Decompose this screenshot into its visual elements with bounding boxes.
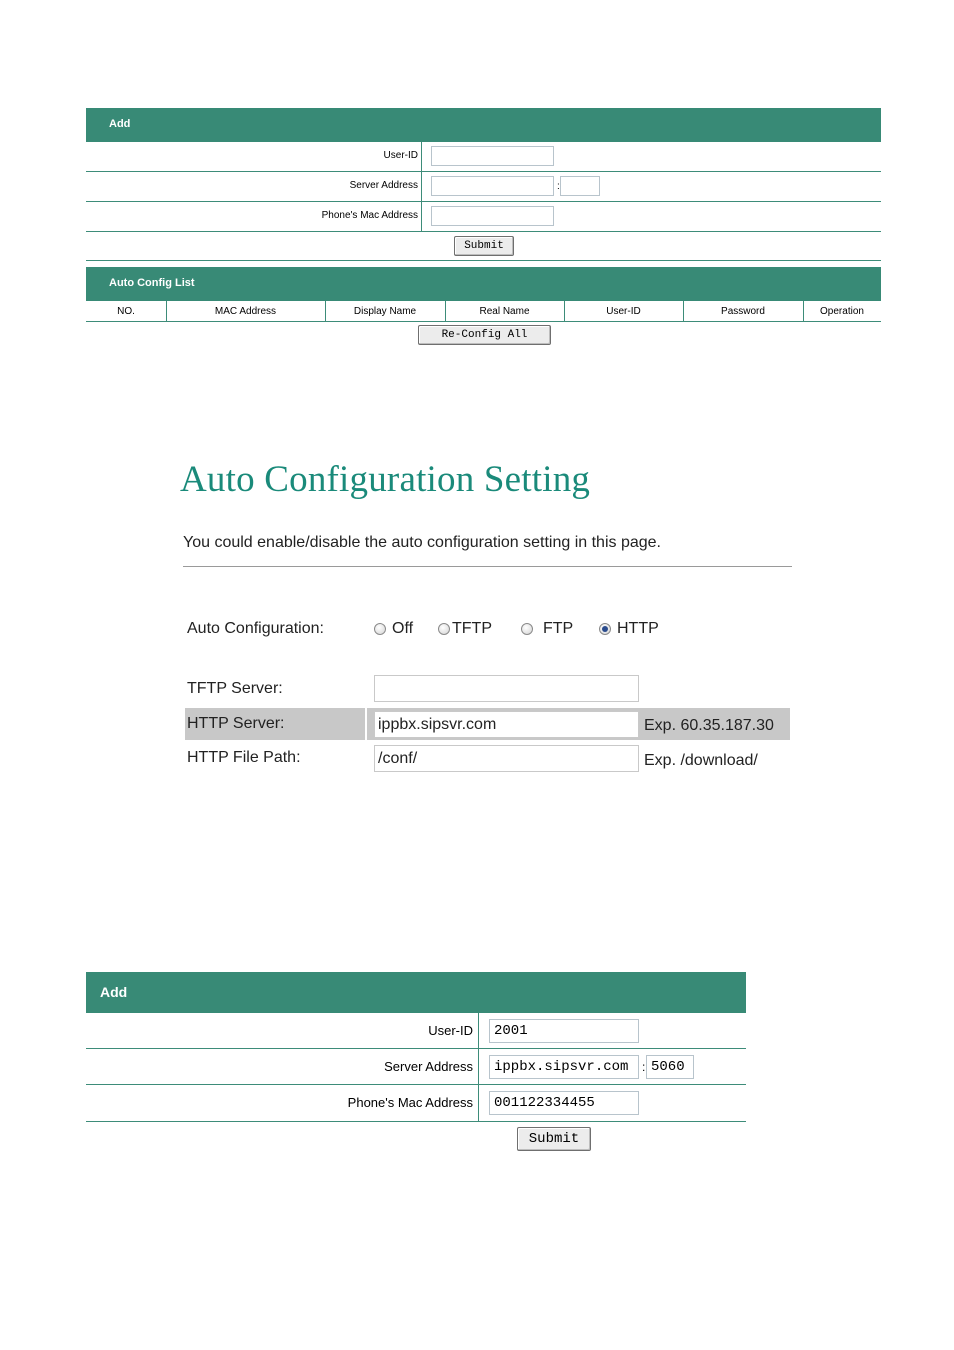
bottom-add-form: Add User-ID 2001 Server Address ippbx.si… <box>86 972 746 1157</box>
auto-config-list-title: Auto Config List <box>109 277 195 289</box>
top-row-user-id: User-ID <box>86 142 881 172</box>
col-display-name: Display Name <box>353 305 417 317</box>
top-row-server-address: Server Address : <box>86 172 881 202</box>
bottom-user-id-label: User-ID <box>428 1023 473 1038</box>
tftp-server-input[interactable] <box>374 675 639 702</box>
reconfig-all-button[interactable]: Re-Config All <box>418 325 551 345</box>
bottom-port-colon: : <box>642 1060 646 1074</box>
bottom-mac-label: Phone's Mac Address <box>347 1095 473 1110</box>
col-mac-address: MAC Address <box>214 305 277 317</box>
radio-http-button[interactable] <box>599 623 611 635</box>
top-row-submit: Submit <box>86 232 881 261</box>
bottom-add-header: Add <box>86 972 746 1013</box>
bottom-row-server-address: Server Address ippbx.sipsvr.com : 5060 <box>86 1049 746 1085</box>
top-row-divider <box>421 172 422 201</box>
bottom-row-divider <box>478 1049 479 1084</box>
top-mac-input[interactable] <box>431 206 554 226</box>
bottom-server-address-label: Server Address <box>384 1059 473 1074</box>
tftp-server-label: TFTP Server: <box>187 680 283 697</box>
http-server-label: HTTP Server: <box>187 715 285 732</box>
top-server-address-label: Server Address <box>349 180 418 191</box>
auto-config-title: Auto Configuration Setting <box>180 459 591 500</box>
radio-http[interactable]: HTTP <box>599 620 659 638</box>
radio-ftp-button[interactable] <box>521 623 533 635</box>
radio-off-label: Off <box>392 620 414 637</box>
bottom-port-input[interactable]: 5060 <box>646 1055 694 1079</box>
col-user-id: User-ID <box>606 305 641 317</box>
bottom-row-divider <box>478 1085 479 1121</box>
top-row-divider <box>421 142 422 171</box>
http-file-path-label: HTTP File Path: <box>187 749 301 766</box>
top-user-id-input[interactable] <box>431 146 554 166</box>
http-server-example: Exp. 60.35.187.30 <box>644 717 774 734</box>
bottom-server-address-input[interactable]: ippbx.sipsvr.com <box>489 1055 639 1079</box>
radio-tftp[interactable]: TFTP <box>438 620 492 638</box>
bottom-row-mac: Phone's Mac Address 001122334455 <box>86 1085 746 1122</box>
bottom-add-header-title: Add <box>100 984 128 1000</box>
radio-tftp-button[interactable] <box>438 623 450 635</box>
col-real-name: Real Name <box>479 305 530 317</box>
auto-config-mode-label: Auto Configuration: <box>187 620 324 637</box>
radio-off[interactable]: Off <box>374 620 413 638</box>
top-submit-button[interactable]: Submit <box>454 236 514 256</box>
bottom-row-user-id: User-ID 2001 <box>86 1013 746 1049</box>
radio-ftp-label: FTP <box>543 620 574 637</box>
col-no: NO. <box>117 305 135 317</box>
top-port-input[interactable] <box>560 176 600 196</box>
auto-config-list-header: Auto Config List <box>86 267 881 301</box>
http-server-input[interactable]: ippbx.sipsvr.com <box>374 711 639 738</box>
top-mac-label: Phone's Mac Address <box>321 210 418 221</box>
radio-tftp-label: TFTP <box>452 620 492 637</box>
bottom-user-id-input[interactable]: 2001 <box>489 1019 639 1043</box>
top-row-mac: Phone's Mac Address <box>86 202 881 232</box>
auto-config-list: Auto Config List NO. MAC Address Display… <box>86 267 881 347</box>
col-operation: Operation <box>820 305 864 317</box>
bottom-submit-button[interactable]: Submit <box>517 1127 591 1151</box>
auto-config-divider <box>183 566 792 567</box>
top-server-address-input[interactable] <box>431 176 554 196</box>
top-add-header: Add <box>86 108 881 142</box>
radio-off-button[interactable] <box>374 623 386 635</box>
top-add-form: Add User-ID Server Address : Phone's Mac… <box>86 108 881 261</box>
col-password: Password <box>721 305 765 317</box>
top-add-header-title: Add <box>109 118 131 130</box>
auto-config-description: You could enable/disable the auto config… <box>183 534 661 551</box>
bottom-mac-input[interactable]: 001122334455 <box>489 1091 639 1115</box>
top-row-divider <box>421 202 422 231</box>
list-table-header: NO. MAC Address Display Name Real Name U… <box>86 301 881 322</box>
http-file-path-input[interactable]: /conf/ <box>374 745 639 772</box>
http-file-path-example: Exp. /download/ <box>644 752 758 769</box>
radio-ftp[interactable]: FTP <box>521 620 573 638</box>
top-user-id-label: User-ID <box>383 150 418 161</box>
bottom-row-divider <box>478 1013 479 1048</box>
radio-http-label: HTTP <box>617 620 659 637</box>
